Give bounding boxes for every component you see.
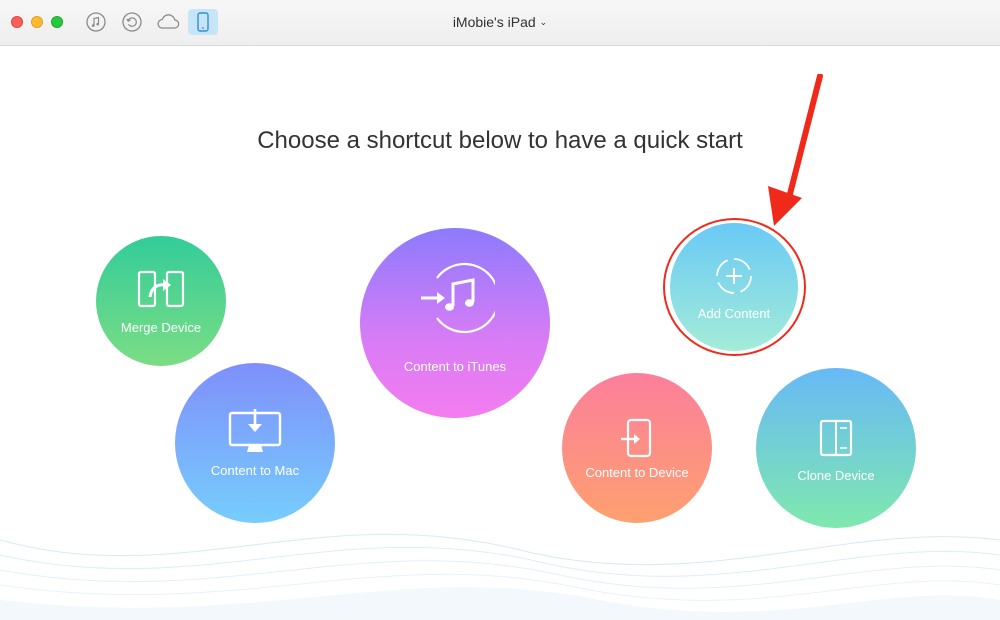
content-to-device-button[interactable]: Content to Device bbox=[562, 373, 712, 523]
red-arrow-annotation bbox=[768, 74, 823, 226]
content-to-itunes-button[interactable]: Content to iTunes bbox=[360, 228, 550, 418]
content-to-device-label: Content to Device bbox=[585, 465, 689, 480]
clone-device-label: Clone Device bbox=[797, 468, 875, 483]
clone-icon bbox=[819, 419, 853, 457]
clone-device-button[interactable]: Clone Device bbox=[756, 368, 916, 528]
add-content-button[interactable]: Add Content bbox=[670, 223, 798, 351]
merge-device-label: Merge Device bbox=[120, 320, 202, 335]
chevron-down-icon: ⌄ bbox=[539, 17, 548, 27]
music-arrow-icon bbox=[421, 262, 495, 334]
device-selector[interactable]: iMobie's iPad ⌄ bbox=[0, 14, 1000, 30]
merge-device-button[interactable]: Merge Device bbox=[96, 236, 226, 366]
add-content-label: Add Content bbox=[697, 306, 771, 321]
page-headline: Choose a shortcut below to have a quick … bbox=[257, 127, 743, 154]
content-to-mac-label: Content to Mac bbox=[210, 463, 300, 478]
add-circle-icon bbox=[716, 258, 752, 294]
content-to-itunes-label: Content to iTunes bbox=[403, 359, 507, 374]
monitor-download-icon bbox=[228, 409, 282, 452]
content-to-mac-button[interactable]: Content to Mac bbox=[175, 363, 335, 523]
phone-import-icon bbox=[621, 418, 652, 458]
device-name: iMobie's iPad bbox=[452, 14, 536, 30]
merge-icon bbox=[137, 270, 185, 308]
title-bar: iMobie's iPad ⌄ bbox=[0, 0, 1000, 46]
